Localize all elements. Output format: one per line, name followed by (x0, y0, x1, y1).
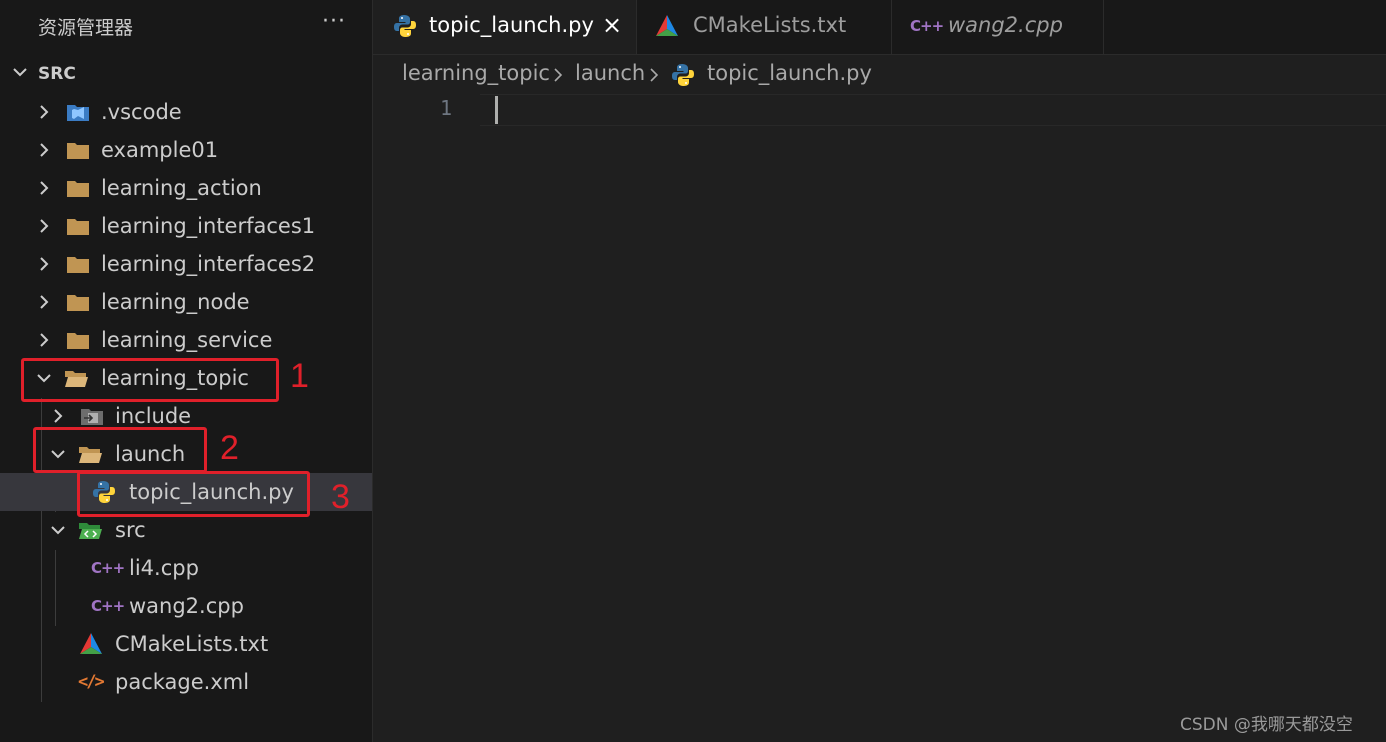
chevron-down-icon (51, 526, 65, 535)
tree-item-label: example01 (101, 138, 219, 162)
cmake-icon (80, 633, 102, 654)
chevron-right-icon (40, 143, 49, 157)
tab-cmakelists[interactable]: CMakeLists.txt (637, 0, 892, 54)
vscode-folder-icon (67, 105, 89, 121)
cpp-icon: C++ (91, 597, 125, 615)
chevron-down-icon (13, 68, 27, 77)
chevron-right-icon (40, 105, 49, 119)
line-number: 1 (439, 96, 452, 120)
cmake-icon (656, 15, 678, 36)
tree-item-learning-node[interactable]: learning_node (0, 283, 372, 321)
tree-item-label: wang2.cpp (129, 594, 244, 618)
annotation-box-3 (77, 471, 310, 517)
annotation-number-1: 1 (290, 357, 309, 395)
folder-icon (67, 219, 89, 235)
annotation-box-1 (21, 358, 279, 402)
src-folder-icon (79, 523, 102, 539)
text-cursor[interactable] (495, 96, 498, 124)
tree-item-learning-interfaces1[interactable]: learning_interfaces1 (0, 207, 372, 245)
explorer-header: 资源管理器 ··· (0, 0, 372, 52)
python-icon (672, 64, 694, 86)
tab-label: wang2.cpp (948, 13, 1063, 37)
tree-item-label: li4.cpp (129, 556, 199, 580)
tree-root-src[interactable]: SRC (0, 56, 372, 92)
folder-icon (67, 143, 89, 159)
annotation-number-3: 3 (331, 478, 350, 516)
tree-item-learning-interfaces2[interactable]: learning_interfaces2 (0, 245, 372, 283)
chevron-right-icon (40, 219, 49, 233)
tree-item-li4-cpp[interactable]: C++ li4.cpp (0, 549, 372, 587)
chevron-right-icon (40, 181, 49, 195)
ellipsis-icon[interactable]: ··· (320, 8, 348, 36)
tree-item-label: learning_service (101, 328, 273, 352)
tree-item-package-xml[interactable]: </> package.xml (0, 663, 372, 701)
tree-item-label: learning_interfaces2 (101, 252, 316, 276)
annotation-box-2 (33, 427, 207, 473)
tab-label: CMakeLists.txt (693, 13, 847, 37)
tree-item-label: learning_interfaces1 (101, 214, 316, 238)
tab-wang2-cpp[interactable]: C++ wang2.cpp (892, 0, 1104, 54)
current-line-highlight (480, 94, 1386, 126)
tree-item-learning-action[interactable]: learning_action (0, 169, 372, 207)
folder-icon (67, 257, 89, 273)
cpp-icon: C++ (910, 17, 944, 35)
tree-item-label: CMakeLists.txt (115, 632, 269, 656)
annotation-number-2: 2 (220, 429, 239, 467)
tree-root-label: SRC (38, 64, 76, 84)
tree-item-label: include (115, 404, 192, 428)
tree-item-cmakelists[interactable]: CMakeLists.txt (0, 625, 372, 663)
chevron-right-icon (54, 409, 63, 423)
tab-topic-launch-py[interactable]: topic_launch.py × (373, 0, 637, 54)
include-folder-icon (81, 409, 103, 425)
tree-item-example01[interactable]: example01 (0, 131, 372, 169)
tree-item-label: learning_action (101, 176, 262, 200)
chevron-right-icon (40, 333, 49, 347)
cpp-icon: C++ (91, 559, 125, 577)
tree-item-wang2-cpp[interactable]: C++ wang2.cpp (0, 587, 372, 625)
folder-icon (67, 181, 89, 197)
folder-icon (67, 333, 89, 349)
breadcrumb-item[interactable]: topic_launch.py (707, 61, 872, 85)
python-icon (394, 15, 416, 37)
editor-tab-bar: topic_launch.py × CMakeLists.txt C++ wan… (373, 0, 1386, 55)
watermark: CSDN @我哪天都没空 (1180, 715, 1353, 735)
tree-item-vscode[interactable]: .vscode (0, 93, 372, 131)
xml-icon: </> (78, 672, 105, 692)
chevron-right-icon (40, 295, 49, 309)
breadcrumb-item[interactable]: launch (575, 61, 645, 85)
chevron-right-icon (554, 68, 563, 82)
folder-icon (67, 295, 89, 311)
tree-item-label: learning_node (101, 290, 250, 314)
tree-item-label: .vscode (101, 100, 182, 124)
chevron-right-icon (40, 257, 49, 271)
breadcrumb-item[interactable]: learning_topic (402, 61, 550, 85)
tab-label: topic_launch.py (429, 13, 594, 37)
tree-item-label: package.xml (115, 670, 250, 694)
breadcrumb: learning_topic launch topic_launch.py (373, 55, 1386, 93)
tree-item-learning-service[interactable]: learning_service (0, 321, 372, 359)
explorer-title: 资源管理器 (38, 17, 134, 39)
close-icon[interactable]: × (599, 12, 625, 38)
chevron-right-icon (650, 68, 659, 82)
tree-item-label: src (115, 518, 146, 542)
